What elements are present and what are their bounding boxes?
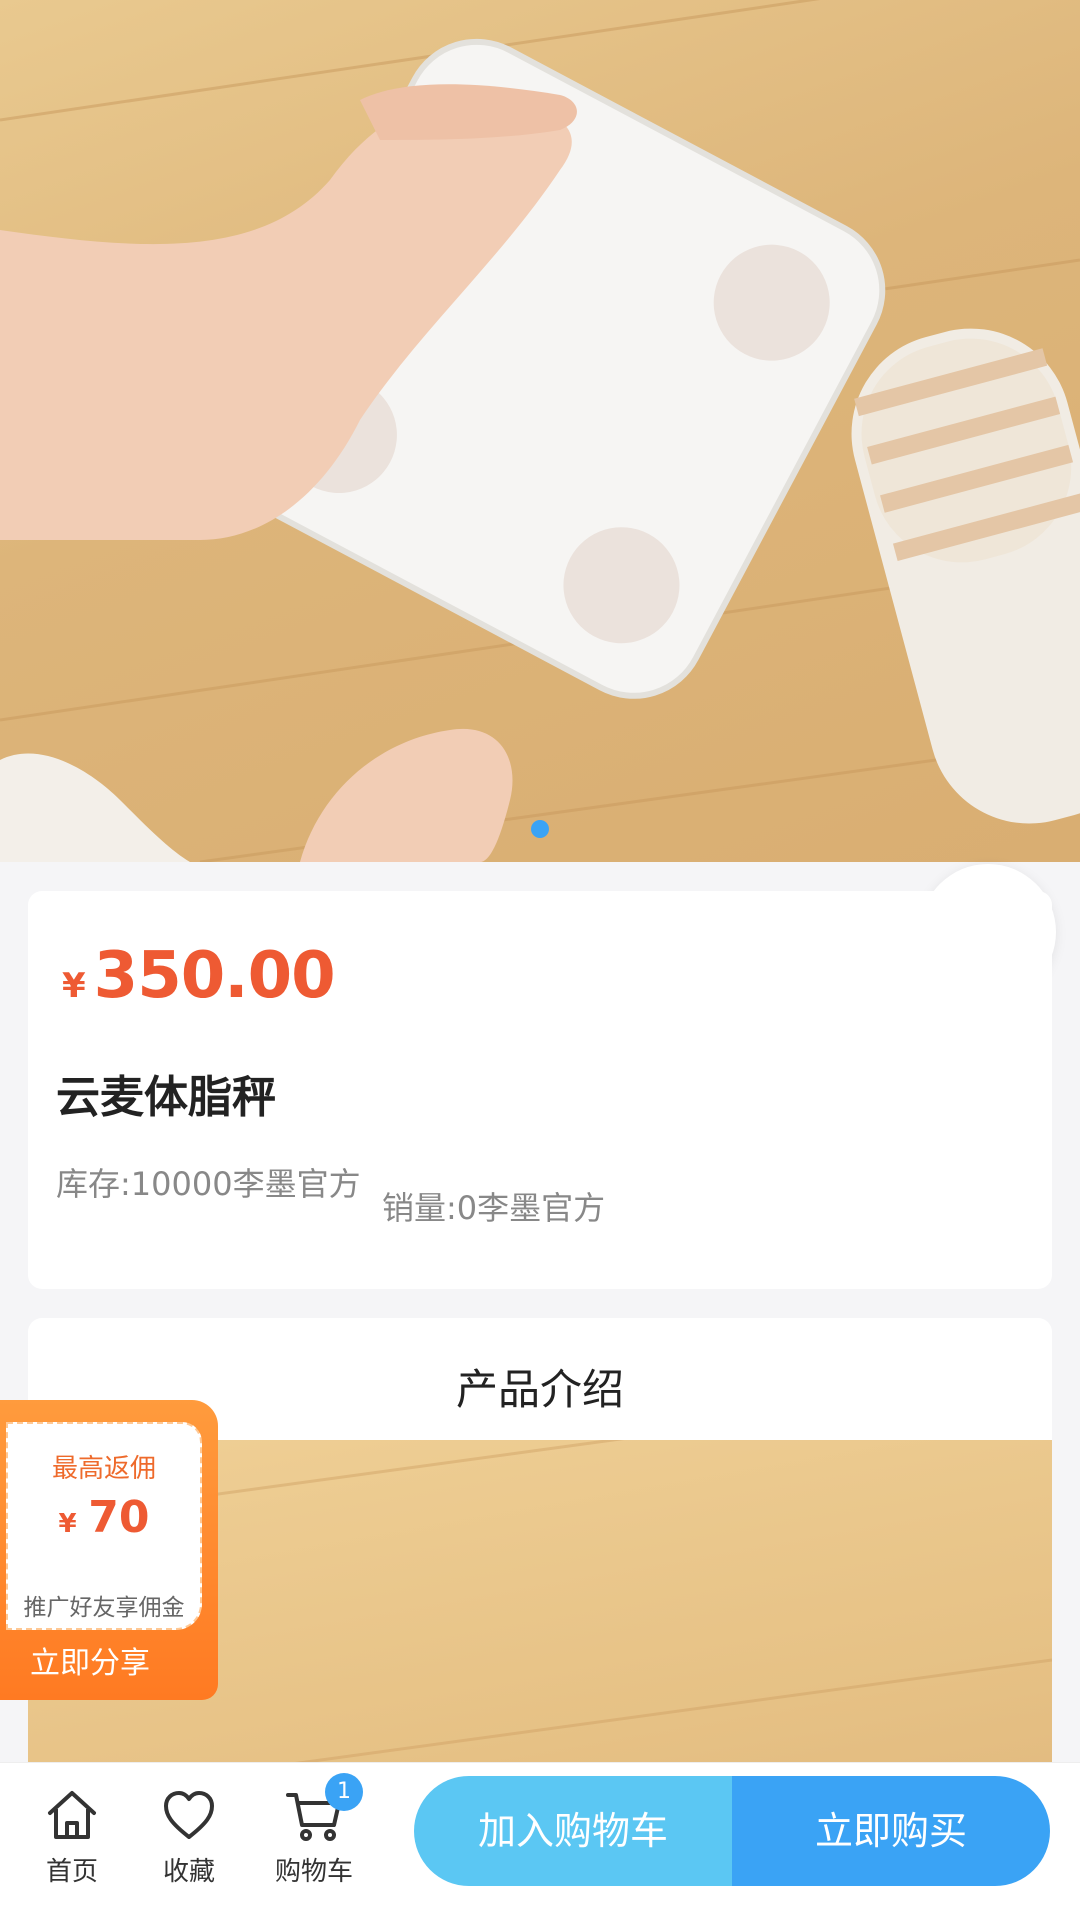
product-price: ¥ 350.00 <box>62 939 336 1013</box>
commission-amount-value: 70 <box>88 1492 150 1543</box>
stock-info: 库存:10000李墨官方 <box>56 1165 361 1203</box>
commission-currency-symbol: ¥ <box>58 1509 77 1539</box>
nav-cart[interactable]: 购物车 1 <box>259 1773 369 1888</box>
commission-card: 最高返佣 ¥ 70 推广好友享佣金 <box>6 1422 202 1630</box>
nav-favorite[interactable]: 收藏 <box>134 1785 244 1888</box>
nav-cart-label: 购物车 <box>274 1857 353 1887</box>
sales-info: 销量:0李墨官方 <box>382 1189 606 1227</box>
commission-badge[interactable]: 最高返佣 ¥ 70 推广好友享佣金 立即分享 <box>0 1400 218 1700</box>
share-now-button[interactable]: 立即分享 <box>0 1638 180 1682</box>
heart-icon <box>164 1791 214 1839</box>
home-icon <box>48 1791 96 1839</box>
commission-top-label: 最高返佣 <box>51 1454 156 1484</box>
nav-home[interactable]: 首页 <box>17 1785 127 1888</box>
price-value: 350.00 <box>93 939 336 1013</box>
cart-count-badge: 1 <box>325 1773 363 1811</box>
add-to-cart-button[interactable]: 加入购物车 <box>414 1776 732 1886</box>
product-info-card: ¥ 350.00 云麦体脂秤 库存:10000李墨官方 销量:0李墨官方 <box>28 891 1052 1289</box>
commission-description: 推广好友享佣金 <box>23 1595 185 1621</box>
nav-favorite-label: 收藏 <box>162 1857 215 1887</box>
commission-amount: ¥ 70 <box>8 1492 200 1543</box>
carousel-indicator-dot[interactable] <box>531 820 549 838</box>
product-title: 云麦体脂秤 <box>56 1072 276 1123</box>
product-image-carousel[interactable] <box>0 0 1080 862</box>
buy-now-button[interactable]: 立即购买 <box>732 1776 1050 1886</box>
nav-home-label: 首页 <box>45 1857 98 1887</box>
price-currency-symbol: ¥ <box>62 966 86 1006</box>
product-photo <box>0 0 1080 862</box>
